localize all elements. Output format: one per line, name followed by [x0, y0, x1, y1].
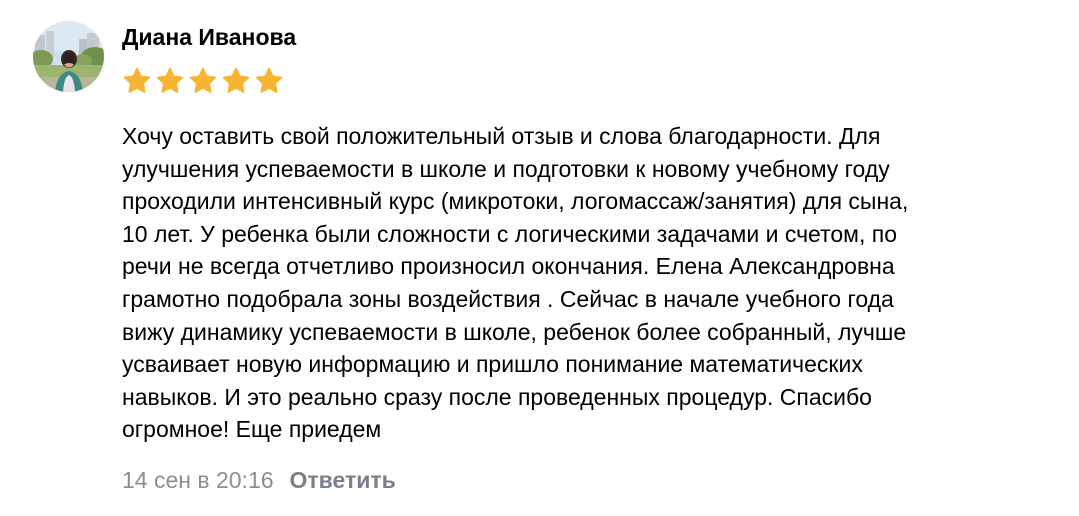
review-text-line: проходили интенсивный курс (микротоки, л… — [122, 188, 909, 215]
review-text-line: речи не всегда отчетливо произносил окон… — [122, 253, 895, 280]
star-icon — [155, 66, 185, 96]
review-text: Хочу оставить свой положительный отзыв и… — [122, 120, 1062, 446]
review-card: Диана Иванова Хочу оставить свой положит… — [0, 0, 1079, 516]
review-text-line: грамотно подобрала зоны воздействия . Се… — [122, 285, 894, 312]
star-icon — [221, 66, 251, 96]
reply-button[interactable]: Ответить — [290, 465, 396, 495]
star-icon — [122, 66, 152, 96]
review-text-line: навыков. И это реально сразу после прове… — [122, 383, 872, 410]
review-text-line: 10 лет. У ребенка были сложности с логич… — [122, 220, 897, 247]
star-icon — [188, 66, 218, 96]
star-icon — [254, 66, 284, 96]
review-text-line: улучшения успеваемости в школе и подгото… — [122, 155, 890, 182]
avatar[interactable] — [33, 21, 104, 92]
star-rating — [122, 66, 284, 96]
review-text-line: огромное! Еще приедем — [122, 416, 382, 443]
timestamp[interactable]: 14 сен в 20:16 — [122, 465, 274, 495]
review-footer: 14 сен в 20:16 Ответить — [122, 465, 396, 495]
author-name[interactable]: Диана Иванова — [122, 22, 296, 52]
avatar-photo — [33, 21, 104, 92]
review-text-line: усваивает новую информацию и пришло пони… — [122, 351, 863, 378]
review-text-line: Хочу оставить свой положительный отзыв и… — [122, 123, 881, 149]
review-text-line: вижу динамику успеваемости в школе, ребе… — [122, 318, 907, 345]
